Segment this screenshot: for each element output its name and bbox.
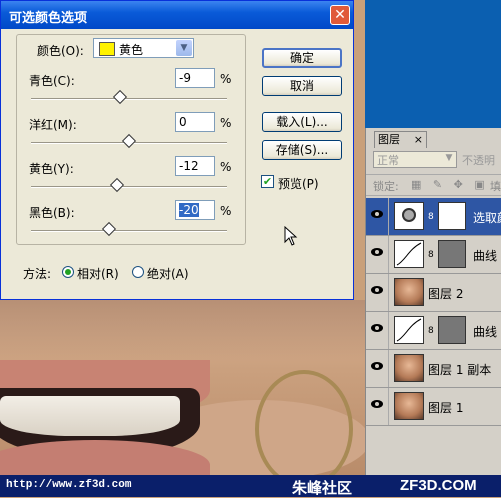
lock-row: 锁定: ▦ ✎ ✥ ▣ 填 bbox=[366, 175, 501, 196]
footer-community: 朱峰社区 bbox=[292, 479, 353, 497]
lock-icons[interactable]: ▦ ✎ ✥ ▣ bbox=[411, 178, 489, 191]
eye-icon[interactable] bbox=[371, 286, 383, 294]
preview-checkbox[interactable]: ✔ bbox=[261, 175, 274, 188]
cyan-unit: % bbox=[220, 72, 232, 86]
footer-bar: http://www.zf3d.com 朱峰社区 ZF3D.COM bbox=[0, 475, 501, 497]
eye-icon[interactable] bbox=[371, 210, 383, 218]
footer-brand: ZF3D.COM bbox=[400, 477, 477, 494]
opacity-label: 不透明 bbox=[462, 154, 495, 167]
link-icon: 8 bbox=[428, 250, 434, 260]
curves-thumbnail bbox=[394, 316, 424, 344]
eye-icon[interactable] bbox=[371, 400, 383, 408]
preview-label[interactable]: 预览(P) bbox=[278, 175, 319, 192]
layer-row[interactable]: 图层 1 副本 bbox=[366, 350, 501, 388]
magenta-input[interactable]: 0 bbox=[175, 112, 215, 132]
workspace-background bbox=[365, 0, 501, 128]
photo-shadow bbox=[0, 300, 370, 360]
link-icon: 8 bbox=[428, 326, 434, 336]
method-absolute-radio[interactable] bbox=[132, 266, 144, 278]
eye-icon[interactable] bbox=[371, 324, 383, 332]
load-button[interactable]: 载入(L)... bbox=[262, 112, 342, 132]
close-icon[interactable]: × bbox=[414, 132, 423, 148]
cyan-input[interactable]: -9 bbox=[175, 68, 215, 88]
blend-mode-value: 正常 bbox=[377, 154, 399, 167]
chevron-down-icon: ▼ bbox=[176, 40, 192, 56]
layer-row[interactable]: 8 曲线 bbox=[366, 312, 501, 350]
blend-row: 正常 ▼ 不透明 bbox=[366, 148, 501, 175]
layer-thumbnail bbox=[394, 392, 424, 420]
colors-label: 颜色(O): bbox=[37, 44, 84, 58]
layer-name: 曲线 bbox=[473, 325, 498, 339]
eye-icon[interactable] bbox=[371, 248, 383, 256]
photo-earring bbox=[255, 370, 353, 475]
layer-row[interactable]: 图层 2 bbox=[366, 274, 501, 312]
yellow-label: 黄色(Y): bbox=[29, 162, 74, 176]
layer-thumbnail bbox=[394, 354, 424, 382]
layers-panel: 图层 × 正常 ▼ 不透明 锁定: ▦ ✎ ✥ ▣ 填 8 选取颜 8 曲线 bbox=[365, 128, 501, 475]
colors-select-value: 黄色 bbox=[119, 43, 144, 57]
cyan-slider-track[interactable] bbox=[31, 98, 227, 100]
layer-name: 曲线 bbox=[473, 249, 498, 263]
black-unit: % bbox=[220, 204, 232, 218]
layer-row[interactable]: 图层 1 bbox=[366, 388, 501, 426]
layer-thumbnail bbox=[394, 278, 424, 306]
black-input-value: -20 bbox=[179, 203, 199, 217]
cyan-label: 青色(C): bbox=[29, 74, 75, 88]
layer-name: 图层 1 bbox=[428, 401, 464, 415]
method-absolute-label[interactable]: 绝对(A) bbox=[147, 265, 189, 282]
color-swatch bbox=[99, 42, 115, 56]
mask-thumbnail bbox=[438, 316, 466, 344]
layer-name: 选取颜 bbox=[473, 211, 501, 225]
method-relative-radio[interactable] bbox=[62, 266, 74, 278]
cancel-button[interactable]: 取消 bbox=[262, 76, 342, 96]
dialog-titlebar[interactable]: 可选颜色选项 ✕ bbox=[1, 1, 353, 29]
link-icon: 8 bbox=[428, 212, 434, 222]
blend-mode-select[interactable]: 正常 ▼ bbox=[373, 151, 457, 168]
fill-label: 填 bbox=[490, 180, 501, 193]
dialog-title: 可选颜色选项 bbox=[9, 11, 88, 26]
layer-row[interactable]: 8 曲线 bbox=[366, 236, 501, 274]
layer-name: 图层 2 bbox=[428, 287, 464, 301]
colors-select[interactable]: 黄色 ▼ bbox=[93, 38, 194, 58]
close-button[interactable]: ✕ bbox=[330, 5, 350, 25]
lock-label: 锁定: bbox=[373, 180, 399, 193]
tab-layers-label: 图层 bbox=[378, 133, 400, 146]
selective-color-dialog: 可选颜色选项 ✕ 颜色(O): 黄色 ▼ 青色(C): -9 % 洋红(M): … bbox=[0, 0, 354, 300]
eye-icon[interactable] bbox=[371, 362, 383, 370]
yellow-unit: % bbox=[220, 160, 232, 174]
footer-url: http://www.zf3d.com bbox=[6, 479, 132, 491]
magenta-label: 洋红(M): bbox=[29, 118, 77, 132]
yellow-input[interactable]: -12 bbox=[175, 156, 215, 176]
black-label: 黑色(B): bbox=[29, 206, 75, 220]
save-button[interactable]: 存储(S)... bbox=[262, 140, 342, 160]
magenta-unit: % bbox=[220, 116, 232, 130]
layer-name: 图层 1 副本 bbox=[428, 363, 492, 377]
tab-layers[interactable]: 图层 × bbox=[374, 131, 427, 148]
yellow-slider-track[interactable] bbox=[31, 186, 227, 188]
method-label: 方法: bbox=[23, 267, 52, 281]
layer-row[interactable]: 8 选取颜 bbox=[366, 198, 501, 236]
curves-thumbnail bbox=[394, 240, 424, 268]
method-relative-label[interactable]: 相对(R) bbox=[77, 265, 119, 282]
adjustment-thumbnail bbox=[394, 202, 424, 230]
chevron-down-icon: ▼ bbox=[443, 152, 455, 165]
mask-thumbnail bbox=[438, 202, 466, 230]
black-slider-track[interactable] bbox=[31, 230, 227, 232]
ok-button[interactable]: 确定 bbox=[262, 48, 342, 68]
mask-thumbnail bbox=[438, 240, 466, 268]
photo-teeth bbox=[0, 396, 180, 436]
black-input[interactable]: -20 bbox=[175, 200, 215, 220]
canvas-photo bbox=[0, 300, 370, 475]
